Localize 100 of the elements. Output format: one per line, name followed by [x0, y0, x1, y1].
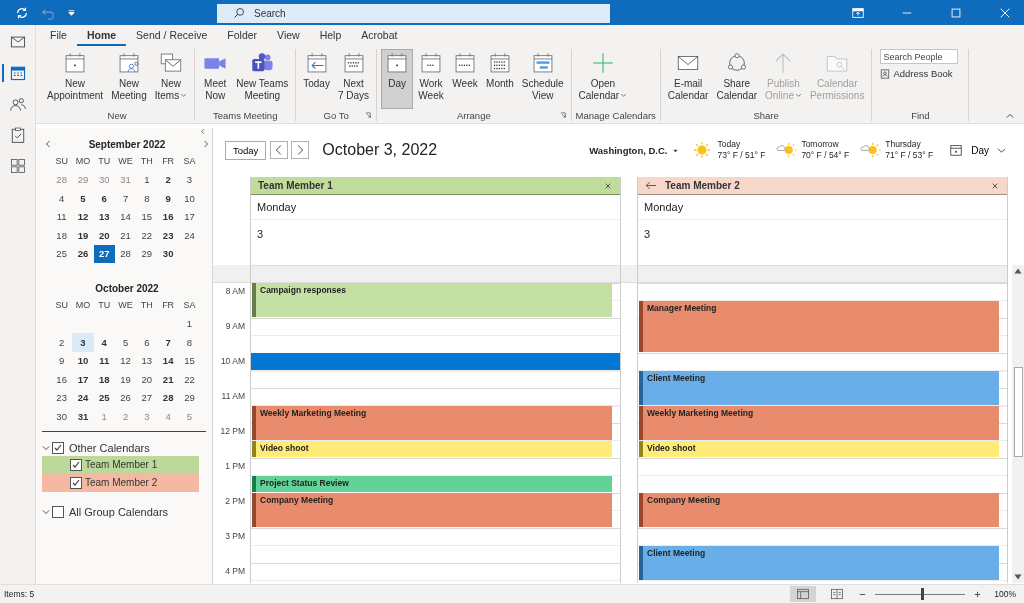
- calendar-day[interactable]: 25: [51, 244, 73, 263]
- appointment[interactable]: Manager Meeting: [639, 300, 999, 352]
- calendar-day[interactable]: 6: [93, 189, 115, 208]
- address-book-button[interactable]: Address Book: [880, 68, 961, 79]
- calendar-day[interactable]: 11: [51, 207, 73, 226]
- dialog-launcher-icon[interactable]: [365, 111, 373, 119]
- scrollbar-thumb[interactable]: [1013, 367, 1023, 457]
- normal-view-icon[interactable]: [790, 586, 817, 602]
- calendar-day[interactable]: 9: [51, 351, 73, 370]
- time-grid[interactable]: Manager Meeting Client Meeting Weekly Marketing Meeting Video shoot Company Meeting Client Meeting: [638, 283, 1007, 583]
- calendar-day[interactable]: 19: [114, 370, 137, 389]
- sync-icon[interactable]: [15, 5, 29, 20]
- calendar-day[interactable]: 3: [72, 333, 94, 352]
- calendar-day[interactable]: 6: [136, 333, 158, 352]
- calendar-day[interactable]: 20: [93, 226, 115, 245]
- checkbox[interactable]: [52, 441, 64, 454]
- calendar-day[interactable]: 27: [136, 388, 158, 407]
- calendar-day[interactable]: 1: [178, 314, 201, 333]
- calendar-day[interactable]: 10: [72, 351, 94, 370]
- ribbon-button[interactable]: Month: [483, 49, 517, 109]
- calendar-day[interactable]: 7: [114, 189, 137, 208]
- appointment[interactable]: Company Meeting: [639, 493, 999, 527]
- calendar-day[interactable]: 14: [157, 351, 179, 370]
- calendar-day[interactable]: 28: [114, 244, 137, 263]
- calendar-day[interactable]: 9: [157, 189, 179, 208]
- calendar-day[interactable]: 30: [51, 407, 73, 426]
- appointment[interactable]: Company Meeting: [252, 493, 612, 527]
- collapse-pane-icon[interactable]: [199, 128, 206, 135]
- calendar-day[interactable]: 31: [72, 407, 94, 426]
- calendar-day[interactable]: 29: [136, 244, 158, 263]
- calendar-day[interactable]: 18: [93, 370, 115, 389]
- ribbon-button[interactable]: New Teams Meeting: [233, 49, 292, 109]
- appointment[interactable]: Video shoot: [639, 440, 999, 457]
- calendar-day[interactable]: 16: [51, 370, 73, 389]
- close-icon[interactable]: [604, 181, 612, 190]
- calendar-day[interactable]: 18: [51, 226, 73, 245]
- ribbon-button[interactable]: E-mail Calendar: [664, 49, 712, 109]
- calendar-day[interactable]: 4: [157, 407, 179, 426]
- calendar-day[interactable]: 5: [72, 189, 94, 208]
- calendar-day[interactable]: 21: [157, 370, 179, 389]
- view-switcher[interactable]: Day: [949, 143, 1006, 157]
- calendar-day[interactable]: 12: [114, 351, 137, 370]
- ribbon-button[interactable]: Open Calendar: [575, 49, 631, 109]
- calendar-day[interactable]: 31: [114, 170, 137, 189]
- appointment[interactable]: Weekly Marketing Meeting: [639, 405, 999, 440]
- calendar-day[interactable]: 11: [93, 351, 115, 370]
- ribbon-tab[interactable]: View: [267, 29, 310, 46]
- checkbox[interactable]: [52, 505, 64, 518]
- ribbon-button[interactable]: New Appointment: [44, 49, 107, 109]
- ribbon-tab[interactable]: Folder: [217, 29, 268, 46]
- search-people-field[interactable]: Search People: [880, 49, 959, 64]
- calendar-day[interactable]: 28: [157, 388, 179, 407]
- calendar-day[interactable]: 14: [114, 207, 137, 226]
- today-button[interactable]: Today: [225, 140, 267, 160]
- customize-caret-icon[interactable]: [67, 8, 76, 17]
- calendar-day[interactable]: 4: [51, 189, 73, 208]
- dialog-launcher-icon[interactable]: [559, 111, 567, 119]
- calendar-day[interactable]: 10: [178, 189, 201, 208]
- calendar-day[interactable]: 13: [136, 351, 158, 370]
- previous-day-icon[interactable]: [270, 141, 289, 159]
- calendar-day[interactable]: 15: [178, 351, 201, 370]
- ribbon-button[interactable]: Today: [300, 49, 333, 109]
- calendar-day[interactable]: 3: [136, 407, 158, 426]
- close-icon[interactable]: [991, 181, 999, 190]
- appointment[interactable]: Project Status Review: [252, 475, 612, 492]
- appointment[interactable]: Weekly Marketing Meeting: [252, 405, 612, 440]
- calendar-day[interactable]: 22: [136, 226, 158, 245]
- ribbon-tab[interactable]: File: [40, 29, 77, 46]
- ribbon-button[interactable]: New Items: [151, 49, 191, 109]
- calendar-day[interactable]: 24: [72, 388, 94, 407]
- calendar-day[interactable]: 13: [93, 207, 115, 226]
- calendar-day[interactable]: 21: [114, 226, 137, 245]
- calendar-day[interactable]: 25: [93, 388, 115, 407]
- calendar-day[interactable]: 7: [157, 333, 179, 352]
- ribbon-button[interactable]: Share Calendar: [713, 49, 761, 109]
- ribbon-tab[interactable]: Send / Receive: [126, 29, 218, 46]
- calendar-day[interactable]: 5: [178, 407, 201, 426]
- calendar-day[interactable]: 26: [72, 244, 94, 263]
- calendar-group-label[interactable]: All Group Calendars: [69, 505, 169, 518]
- maximize-icon[interactable]: [949, 5, 963, 20]
- ribbon-button[interactable]: Work Week: [415, 49, 448, 109]
- previous-month-icon[interactable]: [44, 140, 52, 148]
- calendar-day[interactable]: 4: [93, 333, 115, 352]
- expand-chevron-icon[interactable]: [42, 443, 50, 452]
- ribbon-button[interactable]: Day: [381, 49, 414, 109]
- calendar-day[interactable]: 22: [178, 370, 201, 389]
- calendar-day[interactable]: 30: [93, 170, 115, 189]
- calendar-group-label[interactable]: Other Calendars: [69, 441, 150, 454]
- calendar-day[interactable]: 1: [93, 407, 115, 426]
- back-arrow-icon[interactable]: [645, 181, 657, 190]
- time-grid[interactable]: Campaign responses Weekly Marketing Meeting Video shoot Project Status Review Company Meeting: [251, 283, 620, 583]
- calendar-item[interactable]: Team Member 1: [42, 455, 199, 474]
- appointment[interactable]: Client Meeting: [639, 370, 999, 405]
- appointment[interactable]: Video shoot: [252, 440, 612, 457]
- calendar-day[interactable]: 19: [72, 226, 94, 245]
- appointment[interactable]: Campaign responses: [252, 283, 612, 317]
- calendar-day[interactable]: 29: [72, 170, 94, 189]
- calendar-day[interactable]: 30: [157, 244, 179, 263]
- calendar-day[interactable]: 23: [51, 388, 73, 407]
- next-day-icon[interactable]: [291, 141, 310, 159]
